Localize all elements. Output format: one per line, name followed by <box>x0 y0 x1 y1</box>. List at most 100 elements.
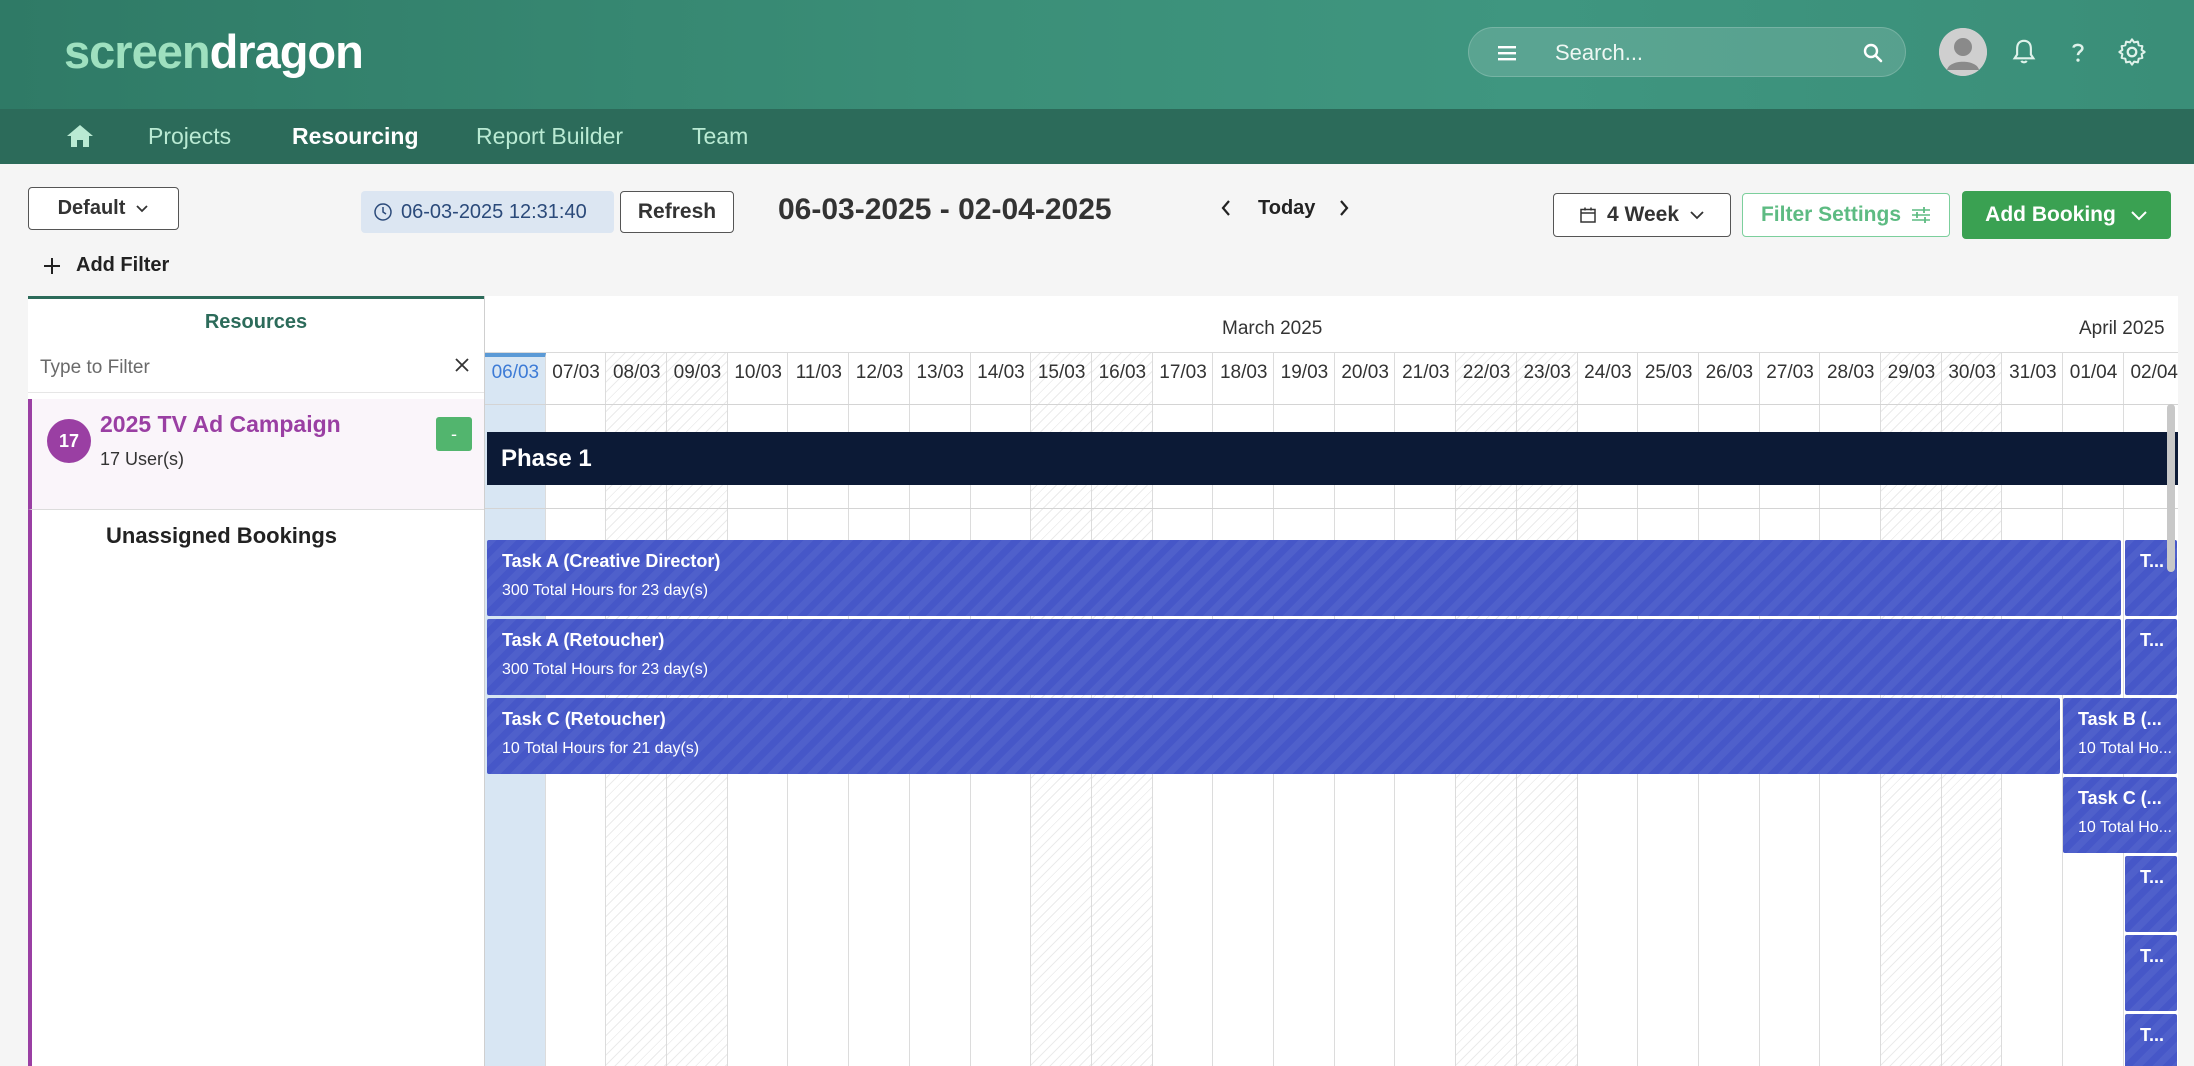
previous-period-button[interactable] <box>1212 193 1240 223</box>
chevron-down-icon <box>2131 210 2147 220</box>
project-name[interactable]: 2025 TV Ad Campaign <box>100 411 341 438</box>
main-nav: Projects Resourcing Report Builder Team <box>0 109 2194 164</box>
vertical-scrollbar[interactable] <box>2167 404 2175 572</box>
booking-title: T... <box>2140 1025 2165 1045</box>
chevron-left-icon <box>1221 200 1230 216</box>
timestamp-text: 06-03-2025 12:31:40 <box>401 200 587 223</box>
today-button[interactable]: Today <box>1258 197 1315 220</box>
booking-title: T... <box>2140 551 2165 571</box>
bell-icon <box>2012 39 2036 64</box>
booking-hours: 10 Total Ho... <box>2078 740 2172 757</box>
resources-title: Resources <box>204 311 308 333</box>
view-select[interactable]: Default <box>28 187 179 230</box>
clock-icon <box>374 203 392 221</box>
user-avatar-icon <box>1939 28 1987 76</box>
resource-filter-input[interactable] <box>40 353 440 383</box>
day-header: 30/03 <box>1948 362 1996 383</box>
period-select[interactable]: 4 Week <box>1553 193 1731 237</box>
booking-bar[interactable]: T... <box>2125 1014 2177 1066</box>
help-button[interactable] <box>2054 28 2102 76</box>
notifications-button[interactable] <box>2000 28 2048 76</box>
booking-title: T... <box>2140 867 2165 887</box>
project-row[interactable]: 17 2025 TV Ad Campaign 17 User(s) - <box>28 399 484 510</box>
resources-panel: Resources 17 2025 TV Ad Campaign 17 User… <box>28 296 484 1066</box>
day-header: 17/03 <box>1159 362 1207 383</box>
day-header: 16/03 <box>1098 362 1147 383</box>
booking-bar[interactable]: T... <box>2125 619 2177 695</box>
booking-hours: 10 Total Hours for 21 day(s) <box>502 740 700 757</box>
chevron-down-icon <box>136 204 149 212</box>
collapse-button[interactable]: - <box>436 417 472 451</box>
date-range-title: 06-03-2025 - 02-04-2025 <box>778 193 1112 226</box>
unassigned-bookings-label: Unassigned Bookings <box>106 523 338 548</box>
plus-icon <box>44 257 60 274</box>
day-header: 10/03 <box>734 362 782 383</box>
menu-icon[interactable] <box>1495 41 1519 65</box>
booking-bar[interactable]: Task C (Retoucher) 10 Total Hours for 21… <box>487 698 2060 774</box>
booking-title: Task A (Creative Director) <box>502 551 721 571</box>
next-period-button[interactable] <box>1330 193 1358 223</box>
day-header: 06/03 <box>491 362 540 383</box>
booking-title: Task C (Retoucher) <box>502 709 666 729</box>
app-logo[interactable]: screendragon <box>64 24 364 79</box>
day-header: 08/03 <box>612 362 661 383</box>
user-avatar[interactable] <box>1939 28 1987 76</box>
nav-projects[interactable]: Projects <box>148 123 231 150</box>
row-divider <box>485 508 2178 509</box>
day-header: 01/04 <box>2069 362 2118 383</box>
booking-bar[interactable]: Task A (Retoucher) 300 Total Hours for 2… <box>487 619 2121 695</box>
add-booking-button[interactable]: Add Booking <box>1962 191 2171 239</box>
booking-title: T... <box>2140 946 2165 966</box>
close-icon[interactable] <box>452 355 472 375</box>
day-header: 25/03 <box>1644 362 1693 383</box>
booking-bar[interactable]: T... <box>2125 856 2177 932</box>
booking-title: Task B (... <box>2078 709 2162 729</box>
day-header: 27/03 <box>1766 362 1814 383</box>
add-filter-button[interactable]: Add Filter <box>42 254 169 277</box>
add-booking-label: Add Booking <box>1985 203 2116 226</box>
period-select-label: 4 Week <box>1607 203 1679 226</box>
day-header: 21/03 <box>1402 362 1450 383</box>
resource-calendar: March 2025 April 2025 06/03 07/03 08/03 09/… <box>484 296 2178 1066</box>
search-icon[interactable] <box>1861 41 1885 65</box>
nav-resourcing[interactable]: Resourcing <box>292 123 419 150</box>
booking-bar[interactable]: Task A (Creative Director) 300 Total Hou… <box>487 540 2121 616</box>
settings-button[interactable] <box>2108 28 2156 76</box>
gear-icon <box>2118 38 2146 66</box>
chevron-right-icon <box>1340 200 1349 216</box>
day-header: 23/03 <box>1523 362 1571 383</box>
refresh-button[interactable]: Refresh <box>620 191 734 233</box>
day-header: 18/03 <box>1219 362 1268 383</box>
booking-bar[interactable]: Task B (... 10 Total Ho... <box>2063 698 2177 774</box>
day-header: 13/03 <box>916 362 964 383</box>
day-header: 20/03 <box>1341 362 1389 383</box>
day-header: 15/03 <box>1037 362 1086 383</box>
nav-team[interactable]: Team <box>692 123 748 150</box>
booking-title: Task C (... <box>2078 788 2162 808</box>
phase-bar[interactable]: Phase 1 <box>487 432 2178 485</box>
search-input[interactable] <box>1555 36 1825 70</box>
month-label-march: March 2025 <box>1222 318 1323 339</box>
add-filter-label: Add Filter <box>76 254 170 276</box>
day-header: 29/03 <box>1887 362 1936 383</box>
day-header: 09/03 <box>673 362 722 383</box>
booking-bar[interactable]: Task C (... 10 Total Ho... <box>2063 777 2177 853</box>
day-header: 26/03 <box>1705 362 1754 383</box>
divider <box>28 392 484 393</box>
calendar-icon <box>1580 207 1596 223</box>
booking-title: Task A (Retoucher) <box>502 630 665 650</box>
help-icon <box>2072 43 2084 62</box>
day-header: 19/03 <box>1280 362 1329 383</box>
home-icon[interactable] <box>66 123 94 149</box>
project-user-count: 17 User(s) <box>100 449 185 469</box>
logo-text-screen: screen <box>64 25 211 78</box>
booking-hours: 10 Total Ho... <box>2078 819 2172 836</box>
booking-bar[interactable]: T... <box>2125 935 2177 1011</box>
filter-settings-button[interactable]: Filter Settings <box>1742 193 1950 237</box>
unassigned-bookings-row: Unassigned Bookings <box>28 510 484 1066</box>
booking-hours: 300 Total Hours for 23 day(s) <box>502 661 709 678</box>
day-header: 07/03 <box>552 362 600 383</box>
booking-title: T... <box>2140 630 2165 650</box>
day-header: 28/03 <box>1826 362 1875 383</box>
nav-report-builder[interactable]: Report Builder <box>476 123 623 150</box>
